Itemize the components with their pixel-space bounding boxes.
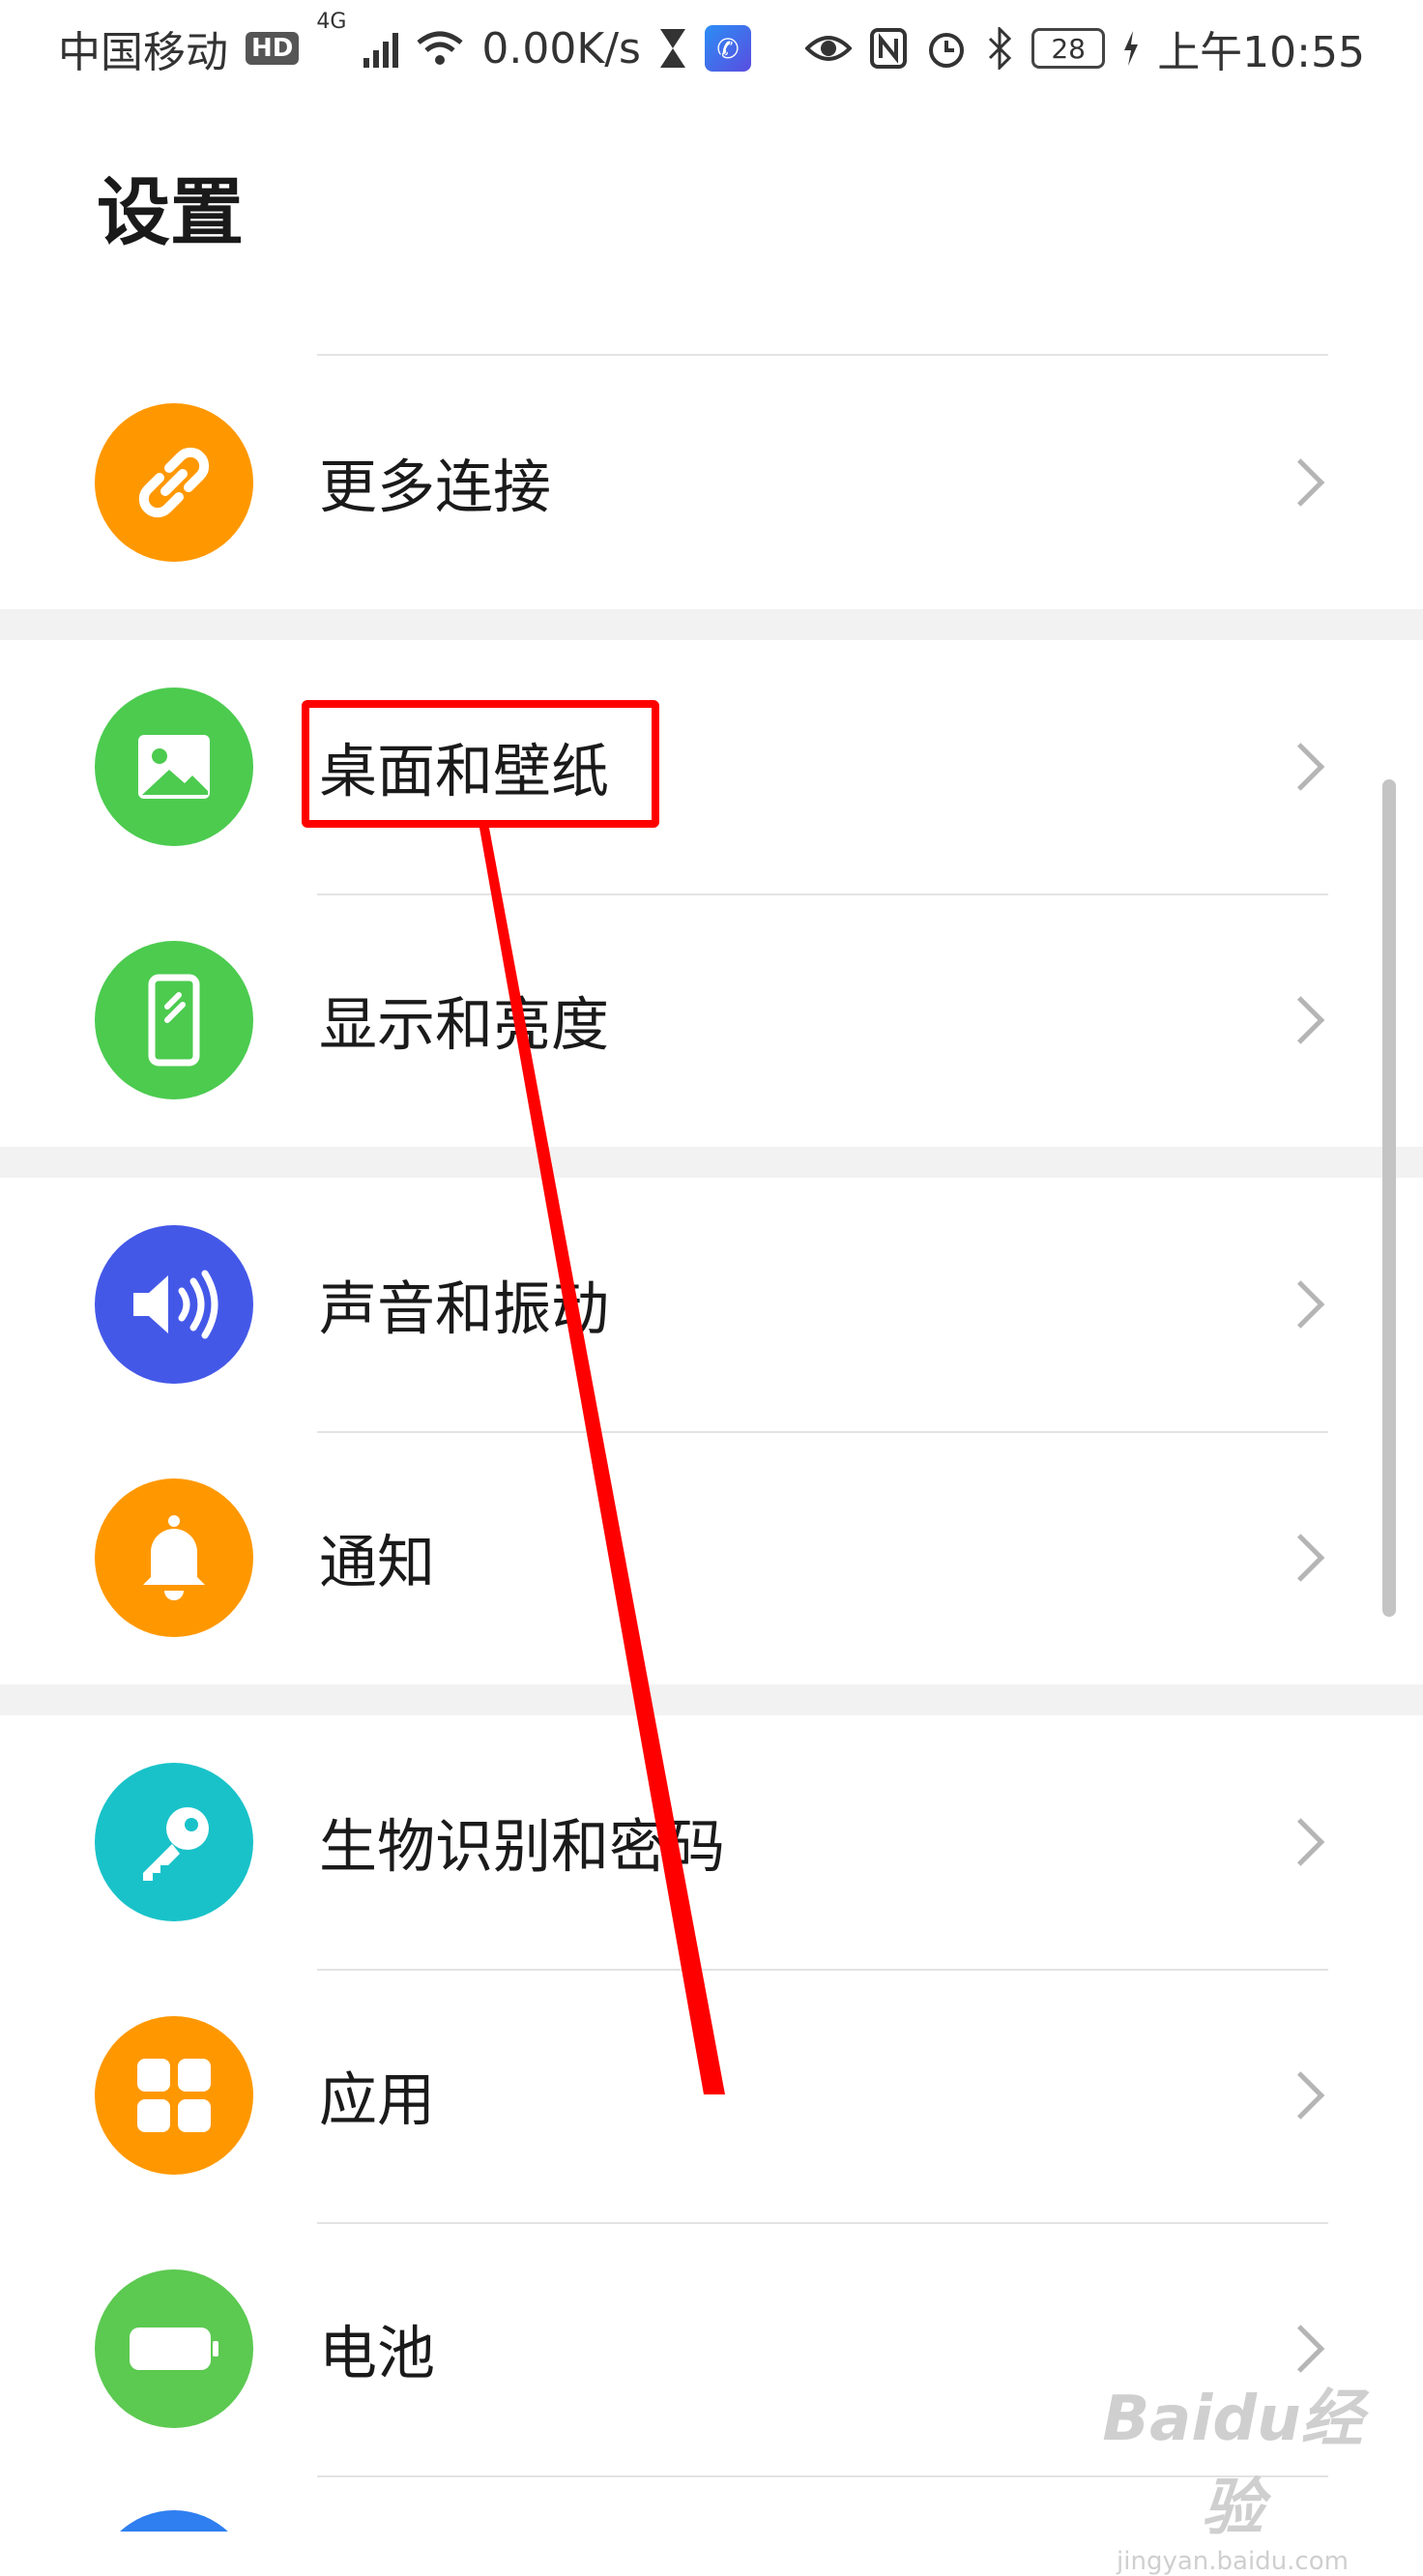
- annotation-arrow: [479, 828, 725, 2094]
- watermark-url: jingyan.baidu.com: [1117, 2547, 1349, 2576]
- watermark-logo: Baidu经验: [1102, 2384, 1363, 2544]
- baidu-watermark: Baidu经验 jingyan.baidu.com: [1088, 2369, 1378, 2576]
